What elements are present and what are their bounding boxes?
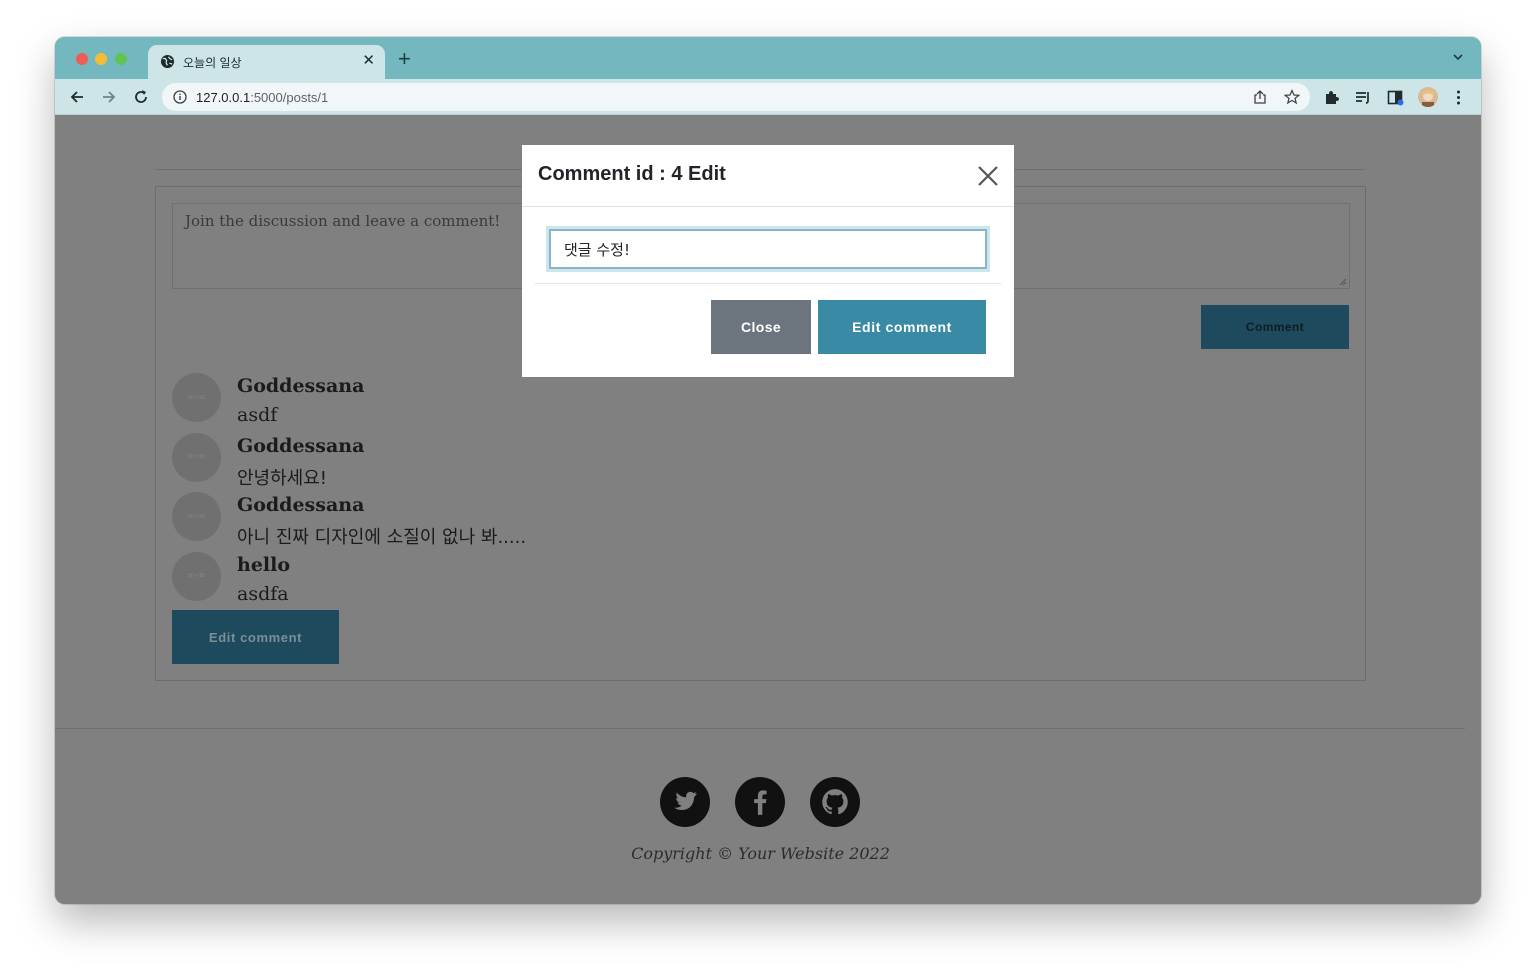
comment-text: 아니 진짜 디자인에 소질이 없나 봐..... [237,527,527,548]
avatar: 50 × 50 [172,432,221,482]
footer-divider [55,728,1465,729]
avatar: 50 × 50 [172,373,221,422]
github-link[interactable] [810,777,860,827]
edit-comment-button[interactable]: Edit comment [172,610,339,664]
copyright-text: Copyright © Your Website 2022 [631,844,890,863]
avatar: 50 × 50 [172,551,221,601]
comment-text: asdf [237,404,278,426]
modal-title: Comment id : 4 Edit [538,163,726,185]
new-tab-icon[interactable]: + [398,48,411,70]
modal-header: Comment id : 4 Edit [522,145,1014,207]
star-icon[interactable] [1284,89,1300,105]
url-text: 127.0.0.1:5000/posts/1 [196,90,328,105]
side-panel-icon[interactable] [1387,89,1404,106]
minimize-window-button[interactable] [95,53,107,65]
profile-avatar[interactable] [1418,87,1438,107]
extensions-puzzle-icon[interactable] [1323,89,1340,106]
comment-edit-input[interactable] [549,229,987,269]
edit-comment-submit-button[interactable]: Edit comment [818,300,986,354]
reading-list-icon[interactable] [1355,89,1372,106]
avatar: 50 × 50 [172,492,221,541]
github-icon [822,789,848,815]
tab-strip: 오늘의 일상 ✕ + [55,37,1481,79]
forward-arrow-icon[interactable] [99,87,119,107]
info-icon[interactable] [173,90,187,104]
close-window-button[interactable] [76,53,88,65]
chevron-down-icon[interactable] [1451,50,1465,64]
close-icon[interactable] [976,164,1000,188]
facebook-icon [754,790,767,815]
back-arrow-icon[interactable] [67,87,87,107]
url-path: :5000/posts/1 [250,90,329,105]
resize-handle-icon[interactable] [1339,278,1347,286]
edit-comment-modal: Comment id : 4 Edit Close Edit comment [522,145,1014,377]
tab-close-icon[interactable]: ✕ [362,52,375,70]
profile-face-icon [1418,87,1438,107]
comment-text: 안녕하세요! [237,467,328,489]
close-button[interactable]: Close [711,300,811,354]
comment-text: asdfa [237,582,289,605]
comment-submit-button[interactable]: Comment [1201,305,1349,349]
facebook-link[interactable] [735,777,785,827]
url-host: 127.0.0.1 [196,90,251,105]
comment-author: Goddessana [237,434,365,457]
reload-icon[interactable] [131,87,151,107]
modal-footer-divider [535,283,1001,284]
browser-toolbar: 127.0.0.1:5000/posts/1 [55,79,1481,115]
comment-placeholder: Join the discussion and leave a comment! [185,212,501,230]
address-bar[interactable]: 127.0.0.1:5000/posts/1 [162,83,1310,111]
comment-author: hello [237,553,291,576]
comment-author: Goddessana [237,494,365,516]
browser-tab[interactable]: 오늘의 일상 ✕ [148,45,385,79]
share-icon[interactable] [1252,89,1268,105]
kebab-menu-icon[interactable] [1450,89,1467,106]
twitter-link[interactable] [660,777,710,827]
zoom-window-button[interactable] [115,53,127,65]
tab-title: 오늘의 일상 [183,56,242,70]
comment-author: Goddessana [237,375,365,397]
globe-icon [160,54,175,69]
twitter-icon [674,791,697,811]
